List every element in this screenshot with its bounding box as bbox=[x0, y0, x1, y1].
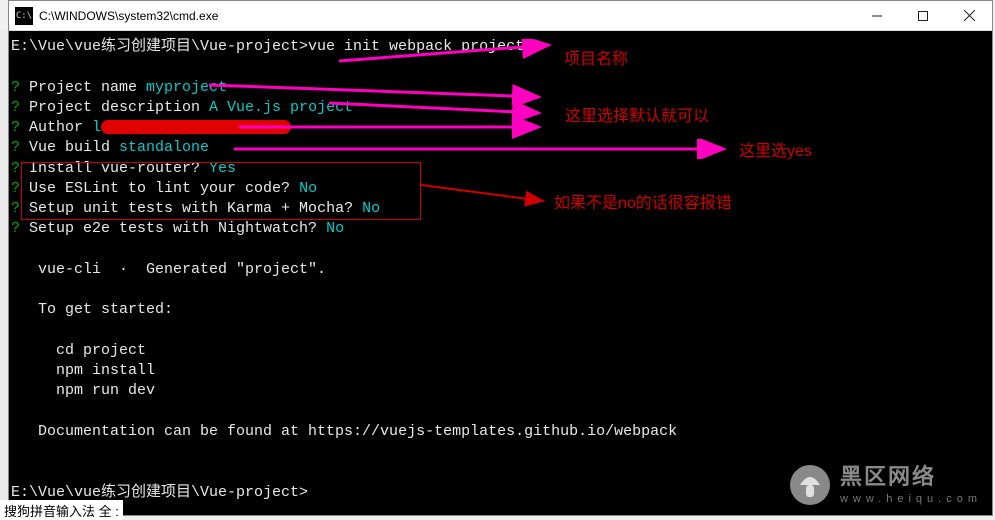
a-vue-build: standalone bbox=[119, 139, 209, 156]
question-mark-icon: ? bbox=[11, 220, 29, 237]
a-author-prefix: l bbox=[92, 119, 101, 136]
a-e2e-tests: No bbox=[326, 220, 344, 237]
minimize-button[interactable] bbox=[854, 1, 900, 30]
question-mark-icon: ? bbox=[11, 139, 29, 156]
terminal-output[interactable]: E:\Vue\vue练习创建项目\Vue-project>vue init we… bbox=[9, 31, 992, 515]
ime-status-bar: 搜狗拼音输入法 全 : bbox=[0, 500, 123, 520]
question-mark-icon: ? bbox=[11, 99, 29, 116]
question-mark-icon: ? bbox=[11, 160, 29, 177]
a-vue-router: Yes bbox=[209, 160, 236, 177]
question-mark-icon: ? bbox=[11, 200, 29, 217]
q-vue-router: Install vue-router? bbox=[29, 160, 209, 177]
q-eslint: Use ESLint to lint your code? bbox=[29, 180, 299, 197]
host-app-strip bbox=[0, 30, 8, 516]
watermark-main: 黑区网络 bbox=[840, 462, 982, 492]
titlebar[interactable]: C:\ C:\WINDOWS\system32\cmd.exe bbox=[9, 1, 992, 31]
a-project-name: myproject bbox=[146, 79, 227, 96]
out-docs: Documentation can be found at https://vu… bbox=[11, 422, 992, 442]
out-get-started: To get started: bbox=[11, 300, 992, 320]
out-step2: npm install bbox=[11, 361, 992, 381]
mushroom-icon bbox=[788, 463, 832, 507]
cmd-icon: C:\ bbox=[15, 7, 33, 25]
a-eslint: No bbox=[299, 180, 317, 197]
watermark-sub: www.heiqu.com bbox=[840, 492, 982, 507]
prompt2-path: E:\Vue\vue练习创建项目\Vue-project> bbox=[11, 484, 308, 501]
question-mark-icon: ? bbox=[11, 119, 29, 136]
maximize-button[interactable] bbox=[900, 1, 946, 30]
q-project-name: Project name bbox=[29, 79, 146, 96]
window-title: C:\WINDOWS\system32\cmd.exe bbox=[39, 9, 854, 23]
prompt-path: E:\Vue\vue练习创建项目\Vue-project> bbox=[11, 38, 308, 55]
out-step3: npm run dev bbox=[11, 381, 992, 401]
question-mark-icon: ? bbox=[11, 79, 29, 96]
redaction-scribble bbox=[101, 120, 291, 134]
a-project-desc: A Vue.js project bbox=[209, 99, 353, 116]
prompt-command: vue init webpack project bbox=[308, 38, 524, 55]
out-generated: vue-cli · Generated "project". bbox=[11, 260, 992, 280]
out-step1: cd project bbox=[11, 341, 992, 361]
q-e2e-tests: Setup e2e tests with Nightwatch? bbox=[29, 220, 326, 237]
close-button[interactable] bbox=[946, 1, 992, 30]
q-project-desc: Project description bbox=[29, 99, 209, 116]
watermark: 黑区网络 www.heiqu.com bbox=[788, 462, 982, 507]
q-unit-tests: Setup unit tests with Karma + Mocha? bbox=[29, 200, 362, 217]
q-author: Author bbox=[29, 119, 92, 136]
cmd-window: C:\ C:\WINDOWS\system32\cmd.exe E:\Vue\v… bbox=[8, 0, 993, 516]
a-unit-tests: No bbox=[362, 200, 380, 217]
q-vue-build: Vue build bbox=[29, 139, 119, 156]
question-mark-icon: ? bbox=[11, 180, 29, 197]
